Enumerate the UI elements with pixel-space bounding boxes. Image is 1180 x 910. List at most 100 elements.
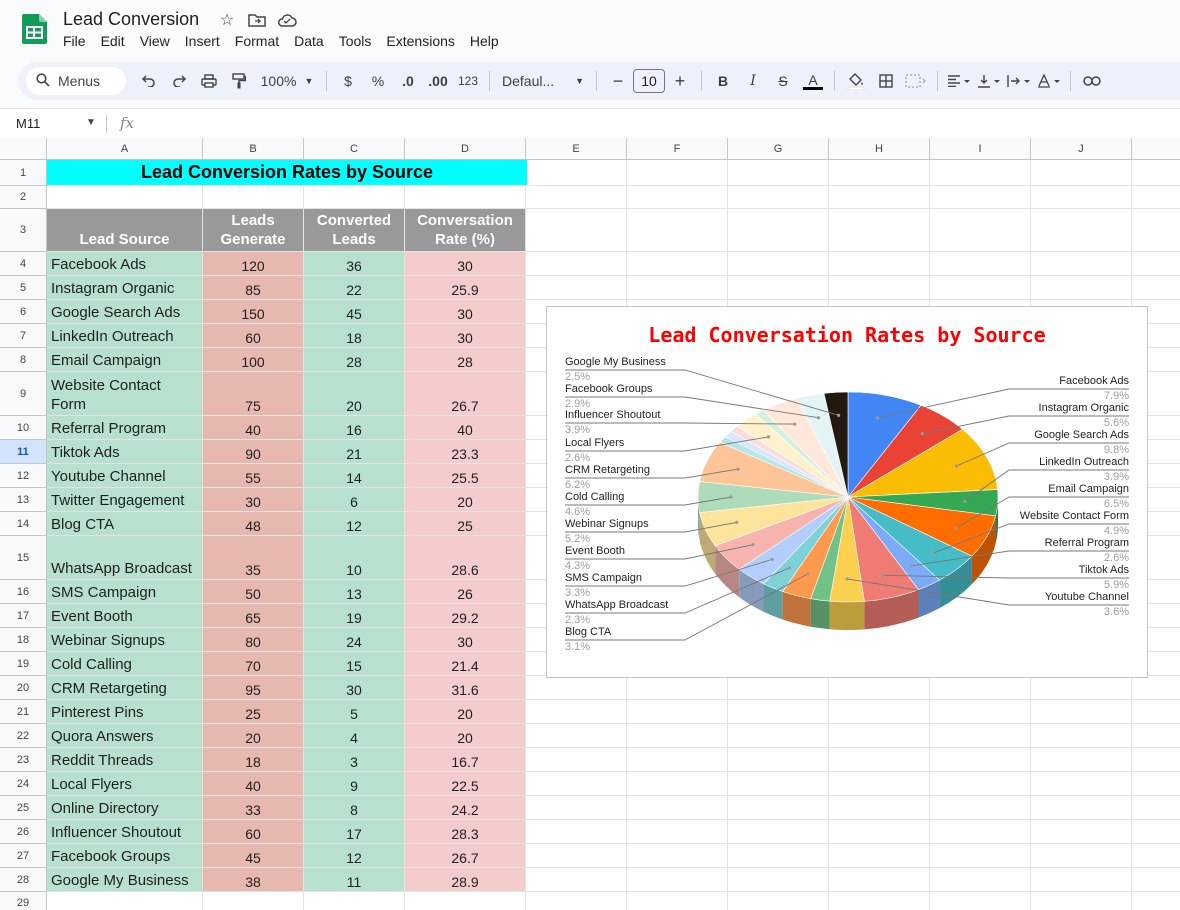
menu-file[interactable]: File	[63, 33, 93, 49]
row-header-20[interactable]: 20	[0, 676, 47, 700]
leads-generated-cell[interactable]: 40	[203, 416, 304, 440]
conversion-rate-cell[interactable]: 28.6	[405, 536, 526, 580]
menu-tools[interactable]: Tools	[339, 33, 379, 49]
column-header-e[interactable]: E	[526, 138, 627, 160]
column-header-g[interactable]: G	[728, 138, 829, 160]
conversion-rate-cell[interactable]: 20	[405, 488, 526, 512]
lead-source-cell[interactable]: Twitter Engagement	[47, 488, 203, 512]
leads-generated-cell[interactable]: 60	[203, 324, 304, 348]
lead-source-cell[interactable]: Quora Answers	[47, 724, 203, 748]
lead-source-cell[interactable]: Facebook Groups	[47, 844, 203, 868]
column-header-d[interactable]: D	[405, 138, 526, 160]
column-header-c[interactable]: C	[304, 138, 405, 160]
row-header-21[interactable]: 21	[0, 700, 47, 724]
fill-color-icon[interactable]	[843, 67, 869, 95]
row-header-26[interactable]: 26	[0, 820, 47, 844]
leads-generated-cell[interactable]: 45	[203, 844, 304, 868]
row-header-13[interactable]: 13	[0, 488, 47, 512]
leads-generated-cell[interactable]: 20	[203, 724, 304, 748]
lead-source-cell[interactable]: Local Flyers	[47, 772, 203, 796]
pie-chart[interactable]: Lead Conversation Rates by Source Google …	[546, 306, 1148, 678]
chevron-down-icon[interactable]: ▼	[86, 117, 96, 128]
leads-generated-cell[interactable]: 90	[203, 440, 304, 464]
conversion-rate-cell[interactable]: 21.4	[405, 652, 526, 676]
conversion-rate-cell[interactable]: 30	[405, 252, 526, 276]
menu-view[interactable]: View	[140, 33, 177, 49]
column-header-j[interactable]: J	[1031, 138, 1132, 160]
converted-leads-cell[interactable]: 8	[304, 796, 405, 820]
paint-format-icon[interactable]	[226, 67, 252, 95]
lead-source-cell[interactable]: Google Search Ads	[47, 300, 203, 324]
conversion-rate-cell[interactable]: 30	[405, 324, 526, 348]
lead-source-cell[interactable]: Pinterest Pins	[47, 700, 203, 724]
lead-source-cell[interactable]: WhatsApp Broadcast	[47, 536, 203, 580]
lead-source-cell[interactable]: Google My Business	[47, 868, 203, 892]
zoom-select[interactable]: 100% ▼	[256, 67, 318, 95]
print-icon[interactable]	[196, 67, 222, 95]
lead-source-cell[interactable]: LinkedIn Outreach	[47, 324, 203, 348]
leads-generated-cell[interactable]: 80	[203, 628, 304, 652]
row-header-10[interactable]: 10	[0, 416, 47, 440]
conversion-rate-cell[interactable]: 20	[405, 724, 526, 748]
font-family-select[interactable]: Defaul... ▼	[498, 67, 588, 95]
row-header-19[interactable]: 19	[0, 652, 47, 676]
converted-leads-cell[interactable]: 5	[304, 700, 405, 724]
lead-source-cell[interactable]: SMS Campaign	[47, 580, 203, 604]
converted-leads-cell[interactable]: 16	[304, 416, 405, 440]
converted-leads-cell[interactable]: 12	[304, 844, 405, 868]
text-color-button[interactable]: A	[800, 67, 826, 95]
converted-leads-cell[interactable]: 45	[304, 300, 405, 324]
leads-generated-cell[interactable]: 85	[203, 276, 304, 300]
column-header-h[interactable]: H	[829, 138, 930, 160]
leads-generated-cell[interactable]: 30	[203, 488, 304, 512]
column-header-k[interactable]	[1132, 138, 1180, 160]
menu-extensions[interactable]: Extensions	[386, 33, 461, 49]
row-header-25[interactable]: 25	[0, 796, 47, 820]
converted-leads-cell[interactable]: 18	[304, 324, 405, 348]
column-header-a[interactable]: A	[47, 138, 203, 160]
converted-leads-cell[interactable]: 28	[304, 348, 405, 372]
conversion-rate-cell[interactable]: 26.7	[405, 372, 526, 416]
star-icon[interactable]: ☆	[216, 10, 238, 30]
column-header-b[interactable]: B	[203, 138, 304, 160]
converted-leads-cell[interactable]: 12	[304, 512, 405, 536]
leads-generated-cell[interactable]: 55	[203, 464, 304, 488]
row-header-6[interactable]: 6	[0, 300, 47, 324]
leads-generated-cell[interactable]: 60	[203, 820, 304, 844]
converted-leads-cell[interactable]: 36	[304, 252, 405, 276]
conversion-rate-cell[interactable]: 28.3	[405, 820, 526, 844]
borders-icon[interactable]	[873, 67, 899, 95]
lead-source-cell[interactable]: Blog CTA	[47, 512, 203, 536]
conversion-rate-cell[interactable]: 28	[405, 348, 526, 372]
text-rotation-icon[interactable]	[1036, 67, 1062, 95]
menu-data[interactable]: Data	[294, 33, 331, 49]
conversion-rate-cell[interactable]: 25.5	[405, 464, 526, 488]
lead-source-cell[interactable]: Facebook Ads	[47, 252, 203, 276]
header-cell-b[interactable]: Leads Generate	[203, 209, 304, 252]
row-header-5[interactable]: 5	[0, 276, 47, 300]
converted-leads-cell[interactable]: 30	[304, 676, 405, 700]
row-header-14[interactable]: 14	[0, 512, 47, 536]
row-header-22[interactable]: 22	[0, 724, 47, 748]
row-header-7[interactable]: 7	[0, 324, 47, 348]
conversion-rate-cell[interactable]: 20	[405, 700, 526, 724]
converted-leads-cell[interactable]: 9	[304, 772, 405, 796]
row-header-11[interactable]: 11	[0, 440, 47, 464]
converted-leads-cell[interactable]: 17	[304, 820, 405, 844]
search-menus[interactable]: Menus	[26, 67, 126, 95]
conversion-rate-cell[interactable]: 23.3	[405, 440, 526, 464]
leads-generated-cell[interactable]: 70	[203, 652, 304, 676]
conversion-rate-cell[interactable]: 25.9	[405, 276, 526, 300]
column-header-i[interactable]: I	[930, 138, 1031, 160]
document-title[interactable]: Lead Conversion	[63, 9, 199, 30]
converted-leads-cell[interactable]: 22	[304, 276, 405, 300]
name-box[interactable]: M11	[16, 116, 40, 131]
converted-leads-cell[interactable]: 4	[304, 724, 405, 748]
leads-generated-cell[interactable]: 65	[203, 604, 304, 628]
row-header-9[interactable]: 9	[0, 372, 47, 416]
move-folder-icon[interactable]	[246, 10, 268, 30]
insert-link-icon[interactable]	[1079, 67, 1105, 95]
leads-generated-cell[interactable]: 33	[203, 796, 304, 820]
conversion-rate-cell[interactable]: 40	[405, 416, 526, 440]
decrease-decimal-button[interactable]: .0	[395, 67, 421, 95]
